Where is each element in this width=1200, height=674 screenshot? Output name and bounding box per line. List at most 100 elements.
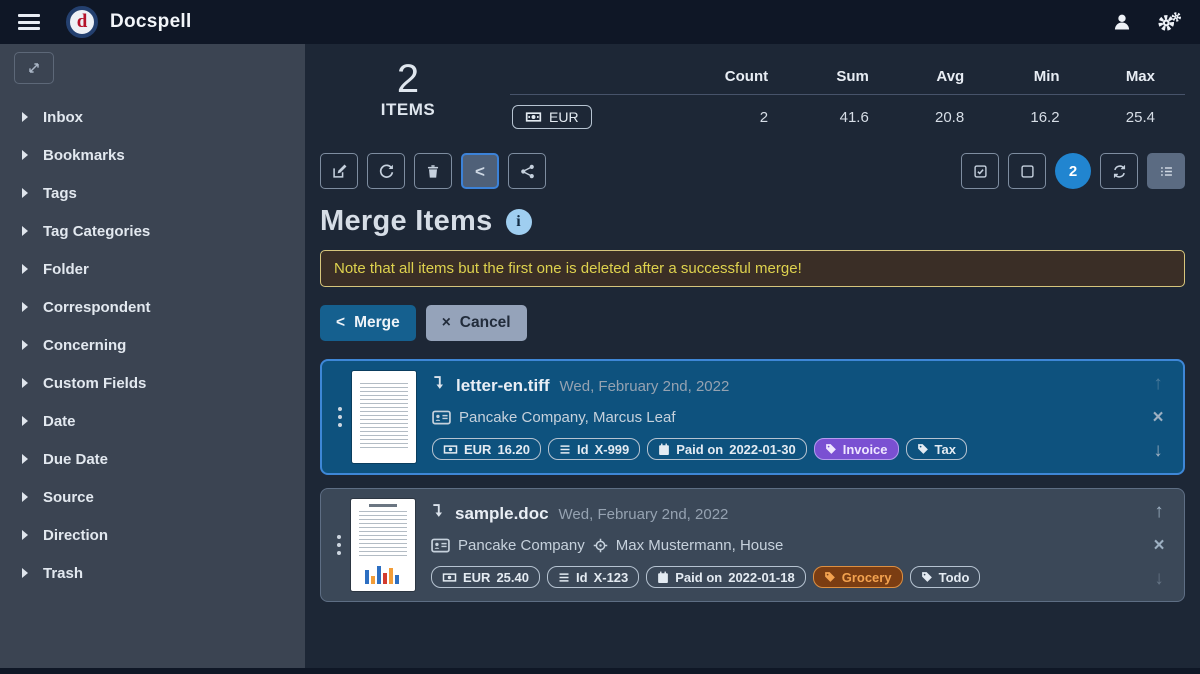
sidebar-item-source[interactable]: Source (14, 478, 291, 516)
sidebar-item-trash[interactable]: Trash (14, 554, 291, 592)
select-all-button[interactable] (961, 153, 999, 189)
caret-right-icon (22, 188, 28, 198)
toolbar-right-group: 2 (961, 153, 1185, 189)
remove-item-button[interactable]: × (1152, 408, 1163, 427)
address-card-icon (432, 410, 451, 425)
cancel-x-icon: × (442, 315, 451, 331)
tag-label: Tax (935, 442, 956, 457)
move-down-button[interactable]: ↓ (1154, 569, 1164, 588)
selected-count-badge: 2 (1055, 153, 1091, 189)
sidebar-item-label: Trash (43, 565, 83, 582)
caret-right-icon (22, 568, 28, 578)
sidebar-item-due-date[interactable]: Due Date (14, 440, 291, 478)
deselect-all-button[interactable] (1008, 153, 1046, 189)
move-up-button[interactable]: ↑ (1154, 502, 1164, 521)
merge-chevron-icon: < (336, 315, 345, 331)
stats-col-sum: Sum (798, 56, 899, 95)
drag-handle-icon[interactable] (328, 371, 352, 463)
sidebar-item-label: Due Date (43, 451, 108, 468)
cancel-button-label: Cancel (460, 314, 511, 332)
items-count: 2 ITEMS (348, 58, 468, 120)
sidebar-collapse-button[interactable] (14, 52, 54, 84)
remove-item-button[interactable]: × (1153, 536, 1164, 555)
stats-col-min: Min (994, 56, 1089, 95)
sidebar-item-bookmarks[interactable]: Bookmarks (14, 136, 291, 174)
cancel-button[interactable]: × Cancel (426, 305, 527, 341)
calendar-icon (658, 443, 670, 456)
stats-table: Count Sum Avg Min Max (510, 56, 1185, 135)
sidebar-item-tag-categories[interactable]: Tag Categories (14, 212, 291, 250)
sidebar-item-label: Date (43, 413, 76, 430)
id-value: X-123 (594, 570, 629, 585)
item-badges: EUR 16.20 Id X-999 (432, 438, 1143, 460)
info-icon[interactable]: i (506, 209, 532, 235)
item-controls: ↑ × ↓ (1143, 371, 1173, 463)
stats-col-avg: Avg (899, 56, 994, 95)
stats-val-min: 16.2 (994, 95, 1089, 136)
share-items-button[interactable] (508, 153, 546, 189)
caret-right-icon (22, 454, 28, 464)
lines-icon (558, 572, 570, 583)
check-square-icon (972, 163, 989, 180)
merge-items-button[interactable]: < (461, 153, 499, 189)
sidebar-item-folder[interactable]: Folder (14, 250, 291, 288)
stats-header: 2 ITEMS Count Sum Avg Min Max (320, 54, 1185, 135)
expand-diagonal-icon (26, 60, 42, 76)
sidebar-item-correspondent[interactable]: Correspondent (14, 288, 291, 326)
item-correspondent: Pancake Company, Marcus Leaf (459, 409, 676, 426)
invert-selection-button[interactable] (1100, 153, 1138, 189)
tag-label: Todo (939, 570, 970, 585)
amount-value: 16.20 (497, 442, 530, 457)
settings-button[interactable] (1156, 11, 1182, 33)
sync-arrows-icon (1111, 163, 1128, 180)
stats-val-count: 2 (680, 95, 798, 136)
edit-items-button[interactable] (320, 153, 358, 189)
sidebar-item-date[interactable]: Date (14, 402, 291, 440)
move-up-button[interactable]: ↑ (1153, 374, 1163, 393)
user-icon (1112, 12, 1132, 32)
docspell-logo[interactable]: d (66, 6, 98, 38)
merge-button-label: Merge (354, 314, 400, 332)
menu-hamburger-icon[interactable] (18, 14, 40, 30)
tag-icon (825, 443, 837, 455)
item-details: letter-en.tiff Wed, February 2nd, 2022 P… (432, 371, 1143, 463)
merge-warning-note: Note that all items but the first one is… (320, 250, 1185, 287)
tag-badge-grocery: Grocery (813, 566, 903, 588)
sidebar-item-custom-fields[interactable]: Custom Fields (14, 364, 291, 402)
drag-handle-icon[interactable] (327, 499, 351, 591)
lines-icon (559, 444, 571, 455)
item-thumbnail (351, 499, 415, 591)
move-down-button[interactable]: ↓ (1153, 441, 1163, 460)
stats-val-avg: 20.8 (899, 95, 994, 136)
merge-confirm-button[interactable]: < Merge (320, 305, 416, 341)
share-icon (519, 163, 536, 180)
currency-badge: EUR (512, 105, 592, 129)
currency-badge-label: EUR (549, 109, 579, 125)
sidebar-item-label: Tags (43, 185, 77, 202)
app-title[interactable]: Docspell (110, 11, 192, 33)
list-view-button[interactable] (1147, 153, 1185, 189)
caret-right-icon (22, 530, 28, 540)
merge-item-card-1[interactable]: letter-en.tiff Wed, February 2nd, 2022 P… (320, 359, 1185, 475)
redo-icon (378, 163, 395, 180)
sidebar-item-label: Concerning (43, 337, 126, 354)
sidebar-item-tags[interactable]: Tags (14, 174, 291, 212)
tag-badge-todo: Todo (910, 566, 981, 588)
reload-button[interactable] (367, 153, 405, 189)
delete-items-button[interactable] (414, 153, 452, 189)
sidebar-item-label: Custom Fields (43, 375, 146, 392)
amount-currency: EUR (464, 442, 491, 457)
sidebar: Inbox Bookmarks Tags Tag Categories Fold… (0, 44, 305, 668)
merge-actions: < Merge × Cancel (320, 305, 1185, 341)
stats-header-row: Count Sum Avg Min Max (510, 56, 1185, 95)
paid-label: Paid on (675, 570, 722, 585)
sidebar-item-concerning[interactable]: Concerning (14, 326, 291, 364)
merge-item-card-2[interactable]: sample.doc Wed, February 2nd, 2022 Panca… (320, 488, 1185, 602)
caret-right-icon (22, 226, 28, 236)
user-account-button[interactable] (1112, 12, 1132, 32)
sidebar-item-label: Folder (43, 261, 89, 278)
toolbar-left-group: < (320, 153, 546, 189)
sidebar-item-inbox[interactable]: Inbox (14, 98, 291, 136)
id-value: X-999 (595, 442, 630, 457)
sidebar-item-direction[interactable]: Direction (14, 516, 291, 554)
